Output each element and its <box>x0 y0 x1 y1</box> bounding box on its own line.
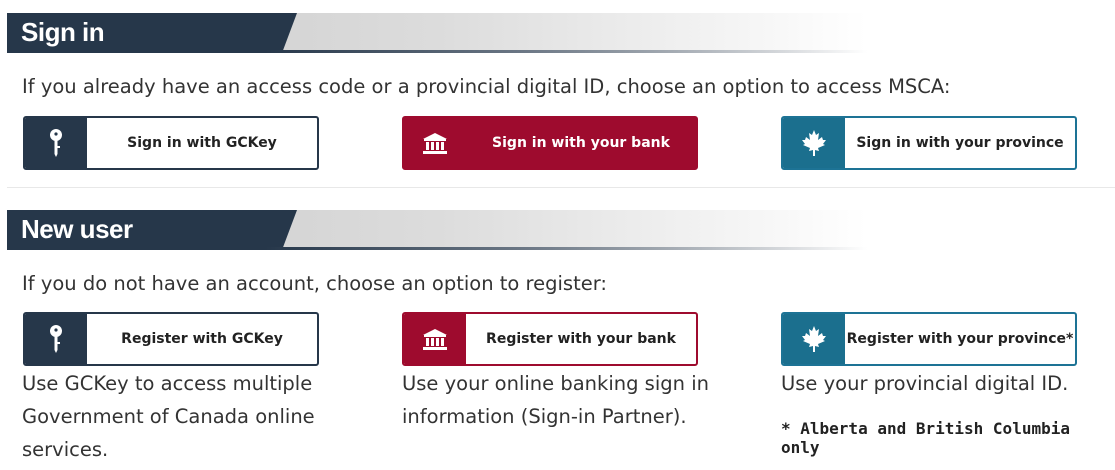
bank-description: Use your online banking sign in informat… <box>402 372 709 428</box>
register-bank-label: Register with your bank <box>486 331 676 347</box>
signin-province-label: Sign in with your province <box>856 135 1064 151</box>
header-underline <box>7 50 867 53</box>
maple-leaf-icon <box>802 130 826 156</box>
province-note: * Alberta and British Columbia only <box>781 419 1070 457</box>
register-bank-button[interactable]: Register with your bank <box>402 312 698 366</box>
newuser-header: New user <box>7 210 867 250</box>
register-province-label: Register with your province* <box>846 331 1074 347</box>
signin-lead: If you already have an access code or a … <box>22 75 951 98</box>
key-icon <box>50 129 62 157</box>
register-province-button[interactable]: Register with your province* <box>781 312 1077 366</box>
signin-gckey-button[interactable]: Sign in with GCKey <box>23 116 319 170</box>
signin-bank-label: Sign in with your bank <box>492 135 670 151</box>
key-icon <box>50 325 62 353</box>
newuser-lead: If you do not have an account, choose an… <box>22 272 607 295</box>
section-divider <box>7 187 1115 188</box>
signin-province-button[interactable]: Sign in with your province <box>781 116 1077 170</box>
header-underline <box>7 247 867 250</box>
bank-icon <box>423 329 447 350</box>
register-gckey-label: Register with GCKey <box>121 331 283 347</box>
signin-header: Sign in <box>7 13 867 53</box>
register-gckey-button[interactable]: Register with GCKey <box>23 312 319 366</box>
gckey-description: Use GCKey to access multiple Government … <box>22 372 315 461</box>
bank-icon <box>423 133 447 154</box>
province-description: Use your provincial digital ID. <box>781 372 1069 395</box>
newuser-heading: New user <box>21 214 133 244</box>
signin-heading: Sign in <box>21 17 105 47</box>
signin-bank-button[interactable]: Sign in with your bank <box>402 116 698 170</box>
signin-gckey-label: Sign in with GCKey <box>127 135 277 151</box>
maple-leaf-icon <box>802 326 826 352</box>
